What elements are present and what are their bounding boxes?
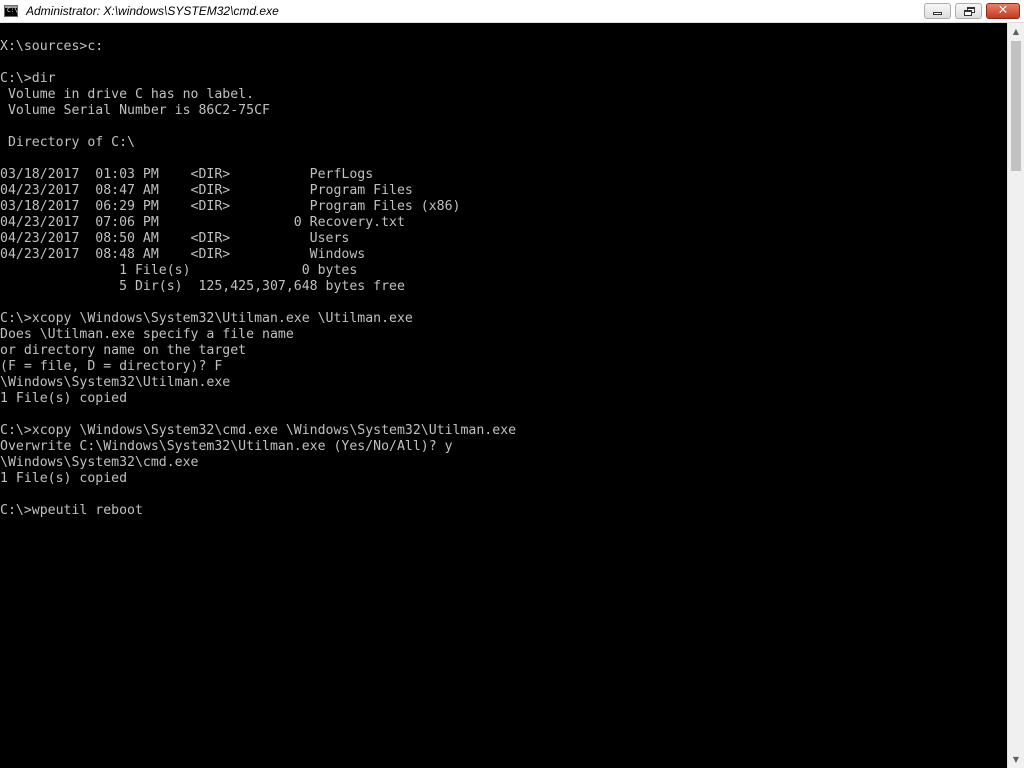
console-line: 03/18/2017 01:03 PM <DIR> PerfLogs bbox=[0, 167, 374, 182]
console-line: 5 Dir(s) 125,425,307,648 bytes free bbox=[0, 279, 405, 294]
console-line: \Windows\System32\Utilman.exe bbox=[0, 375, 231, 390]
scroll-up-arrow-icon[interactable]: ▲ bbox=[1008, 23, 1024, 40]
icon-prompt-glyph: C:\ bbox=[7, 7, 18, 14]
console-line: Volume Serial Number is 86C2-75CF bbox=[0, 103, 270, 118]
close-icon: ✕ bbox=[997, 3, 1009, 18]
restore-button[interactable] bbox=[955, 3, 982, 19]
console-line: C:\>dir bbox=[0, 71, 56, 86]
console-line: C:\>wpeutil reboot bbox=[0, 503, 143, 518]
console-line: 04/23/2017 07:06 PM 0 Recovery.txt bbox=[0, 215, 405, 230]
console-line: 1 File(s) copied bbox=[0, 391, 128, 406]
console-line: 03/18/2017 06:29 PM <DIR> Program Files … bbox=[0, 199, 461, 214]
scroll-down-arrow-icon[interactable]: ▼ bbox=[1008, 751, 1024, 768]
console-line: 04/23/2017 08:48 AM <DIR> Windows bbox=[0, 247, 366, 262]
console-line: \Windows\System32\cmd.exe bbox=[0, 455, 199, 470]
vertical-scrollbar[interactable]: ▲ ▼ bbox=[1007, 23, 1024, 768]
console-line: C:\>xcopy \Windows\System32\Utilman.exe … bbox=[0, 311, 413, 326]
close-button[interactable]: ✕ bbox=[986, 3, 1020, 19]
console-line: 1 File(s) 0 bytes bbox=[0, 263, 358, 278]
scroll-thumb[interactable] bbox=[1011, 41, 1021, 171]
console-line: 04/23/2017 08:47 AM <DIR> Program Files bbox=[0, 183, 413, 198]
console-output[interactable]: X:\sources>c: C:\>dir Volume in drive C h… bbox=[0, 23, 1007, 768]
console-line: Overwrite C:\Windows\System32\Utilman.ex… bbox=[0, 439, 453, 454]
console-text: X:\sources>c: C:\>dir Volume in drive C h… bbox=[0, 23, 1007, 519]
console-line: 1 File(s) copied bbox=[0, 471, 128, 486]
console-line: Volume in drive C has no label. bbox=[0, 87, 255, 102]
console-app-icon[interactable]: C:\ bbox=[4, 5, 18, 17]
title-bar[interactable]: C:\ Administrator: X:\windows\SYSTEM32\c… bbox=[0, 0, 1024, 23]
minimize-icon bbox=[933, 12, 942, 15]
console-line: (F = file, D = directory)? F bbox=[0, 359, 223, 374]
console-line: or directory name on the target bbox=[0, 343, 247, 358]
cmd-window: C:\ Administrator: X:\windows\SYSTEM32\c… bbox=[0, 0, 1024, 768]
restore-icon bbox=[964, 7, 975, 16]
console-line: Does \Utilman.exe specify a file name bbox=[0, 327, 294, 342]
console-line: 04/23/2017 08:50 AM <DIR> Users bbox=[0, 231, 350, 246]
minimize-button[interactable] bbox=[924, 3, 951, 19]
console-line: X:\sources>c: bbox=[0, 39, 104, 54]
console-line: Directory of C:\ bbox=[0, 135, 135, 150]
console-line: C:\>xcopy \Windows\System32\cmd.exe \Win… bbox=[0, 423, 517, 438]
window-title: Administrator: X:\windows\SYSTEM32\cmd.e… bbox=[26, 4, 279, 18]
